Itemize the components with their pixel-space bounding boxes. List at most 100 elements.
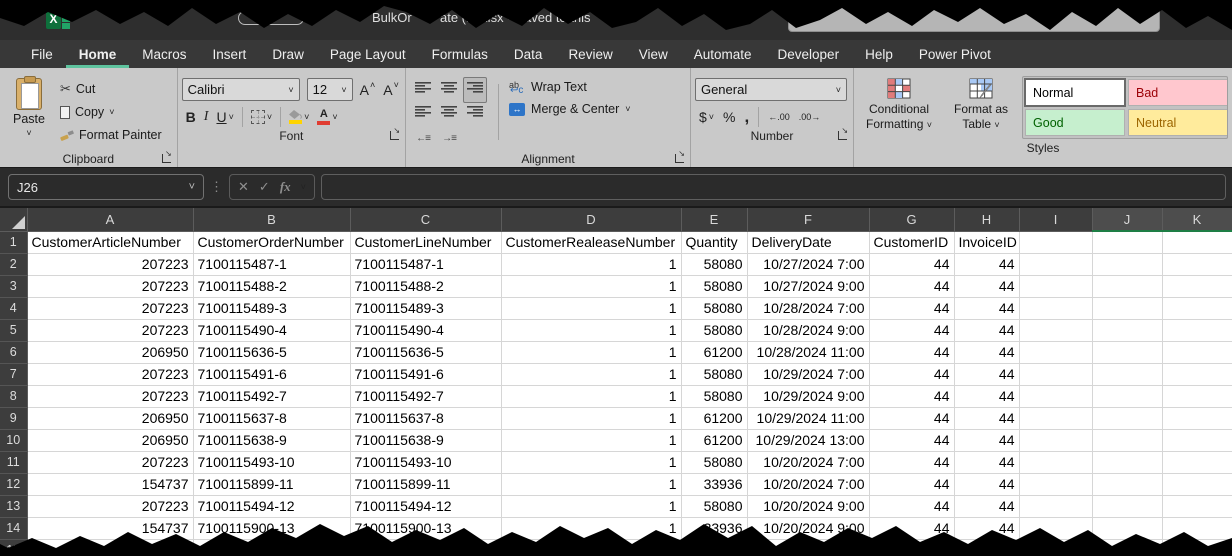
column-header-j[interactable]: J: [1092, 208, 1162, 231]
cell[interactable]: 206950: [27, 407, 193, 429]
cell[interactable]: [1162, 275, 1232, 297]
cell[interactable]: [1019, 231, 1092, 253]
row-header-2[interactable]: 2: [0, 253, 27, 275]
cell[interactable]: [1162, 363, 1232, 385]
style-neutral[interactable]: Neutral: [1128, 109, 1228, 136]
cell[interactable]: 10/29/2024 11:00: [747, 407, 869, 429]
cell[interactable]: [193, 539, 350, 556]
align-center-button[interactable]: [441, 105, 457, 123]
merge-center-button[interactable]: ↔ Merge & Center ˅: [509, 102, 631, 116]
cell[interactable]: [1019, 385, 1092, 407]
cell[interactable]: 7100115493-10: [193, 451, 350, 473]
cell[interactable]: 207223: [27, 319, 193, 341]
column-header-c[interactable]: C: [350, 208, 501, 231]
column-header-e[interactable]: E: [681, 208, 747, 231]
cell[interactable]: [869, 539, 954, 556]
cell[interactable]: 10/28/2024 11:00: [747, 341, 869, 363]
style-normal[interactable]: Normal: [1025, 79, 1125, 106]
row-header-8[interactable]: 8: [0, 385, 27, 407]
paste-button[interactable]: Paste ˅: [4, 72, 54, 150]
fill-color-button[interactable]: ˅: [289, 110, 309, 124]
insert-function-icon[interactable]: fx: [280, 179, 291, 195]
cell[interactable]: [1092, 319, 1162, 341]
cell[interactable]: 44: [869, 275, 954, 297]
column-header-d[interactable]: D: [501, 208, 681, 231]
cell[interactable]: 154737: [27, 517, 193, 539]
cell[interactable]: [1162, 341, 1232, 363]
cell[interactable]: 207223: [27, 275, 193, 297]
cancel-icon[interactable]: ✕: [238, 179, 249, 195]
cell[interactable]: 44: [869, 319, 954, 341]
cell[interactable]: 7100115900-13: [193, 517, 350, 539]
italic-button[interactable]: I: [204, 109, 209, 125]
cut-button[interactable]: ✂ Cut: [60, 80, 162, 98]
cell[interactable]: 7100115638-9: [193, 429, 350, 451]
tab-insert[interactable]: Insert: [200, 40, 260, 68]
cell[interactable]: 10/28/2024 7:00: [747, 297, 869, 319]
cell[interactable]: 207223: [27, 385, 193, 407]
cell[interactable]: [1162, 319, 1232, 341]
cell[interactable]: 44: [869, 473, 954, 495]
cell[interactable]: 58080: [681, 297, 747, 319]
cell[interactable]: [681, 539, 747, 556]
number-format-select[interactable]: General ˅: [695, 78, 847, 101]
cell[interactable]: [1092, 495, 1162, 517]
cell[interactable]: 44: [869, 253, 954, 275]
cell[interactable]: [747, 539, 869, 556]
clipboard-dialog-launcher[interactable]: [162, 154, 171, 163]
cell[interactable]: 7100115489-3: [350, 297, 501, 319]
cell[interactable]: 61200: [681, 429, 747, 451]
cell[interactable]: [954, 539, 1019, 556]
cell[interactable]: 1: [501, 275, 681, 297]
cell[interactable]: 58080: [681, 495, 747, 517]
underline-button[interactable]: U˅: [216, 109, 233, 125]
cell[interactable]: 44: [954, 451, 1019, 473]
row-header-6[interactable]: 6: [0, 341, 27, 363]
select-all-corner[interactable]: [0, 208, 27, 231]
cell[interactable]: [1092, 385, 1162, 407]
cell[interactable]: [1162, 517, 1232, 539]
row-header-7[interactable]: 7: [0, 363, 27, 385]
cell[interactable]: 1: [501, 363, 681, 385]
cell[interactable]: [1162, 297, 1232, 319]
formula-bar-grip[interactable]: ⋮: [210, 179, 223, 195]
conditional-formatting-button[interactable]: Conditional Formatting ˅: [858, 76, 940, 139]
cell[interactable]: 44: [954, 495, 1019, 517]
cell[interactable]: [1019, 297, 1092, 319]
cell[interactable]: 33936: [681, 517, 747, 539]
cell[interactable]: [1019, 407, 1092, 429]
cell[interactable]: 44: [954, 253, 1019, 275]
format-painter-button[interactable]: Format Painter: [60, 126, 162, 144]
cell[interactable]: 10/27/2024 7:00: [747, 253, 869, 275]
cell[interactable]: 7100115493-10: [350, 451, 501, 473]
cell[interactable]: 44: [869, 429, 954, 451]
style-bad[interactable]: Bad: [1128, 79, 1228, 106]
cell[interactable]: InvoiceID: [954, 231, 1019, 253]
cell[interactable]: 44: [869, 297, 954, 319]
row-header-14[interactable]: 14: [0, 517, 27, 539]
cell[interactable]: 44: [954, 319, 1019, 341]
cell[interactable]: 7100115637-8: [350, 407, 501, 429]
row-header-11[interactable]: 11: [0, 451, 27, 473]
cell[interactable]: 58080: [681, 451, 747, 473]
cell[interactable]: DeliveryDate: [747, 231, 869, 253]
cell[interactable]: 7100115638-9: [350, 429, 501, 451]
cell[interactable]: [1092, 407, 1162, 429]
align-middle-button[interactable]: [441, 81, 457, 99]
tab-draw[interactable]: Draw: [259, 40, 317, 68]
cell[interactable]: 7100115489-3: [193, 297, 350, 319]
cell[interactable]: [1162, 451, 1232, 473]
cell[interactable]: 7100115492-7: [350, 385, 501, 407]
cell[interactable]: 44: [954, 407, 1019, 429]
cell[interactable]: 7100115636-5: [350, 341, 501, 363]
wrap-text-button[interactable]: ab↩c Wrap Text: [509, 80, 631, 94]
cell[interactable]: 7100115900-13: [350, 517, 501, 539]
cell[interactable]: [1019, 495, 1092, 517]
column-header-a[interactable]: A: [27, 208, 193, 231]
font-color-button[interactable]: A ˅: [317, 109, 337, 125]
cell[interactable]: [1019, 363, 1092, 385]
column-header-b[interactable]: B: [193, 208, 350, 231]
cell[interactable]: 10/28/2024 9:00: [747, 319, 869, 341]
cell[interactable]: 7100115491-6: [350, 363, 501, 385]
cell[interactable]: 44: [869, 451, 954, 473]
